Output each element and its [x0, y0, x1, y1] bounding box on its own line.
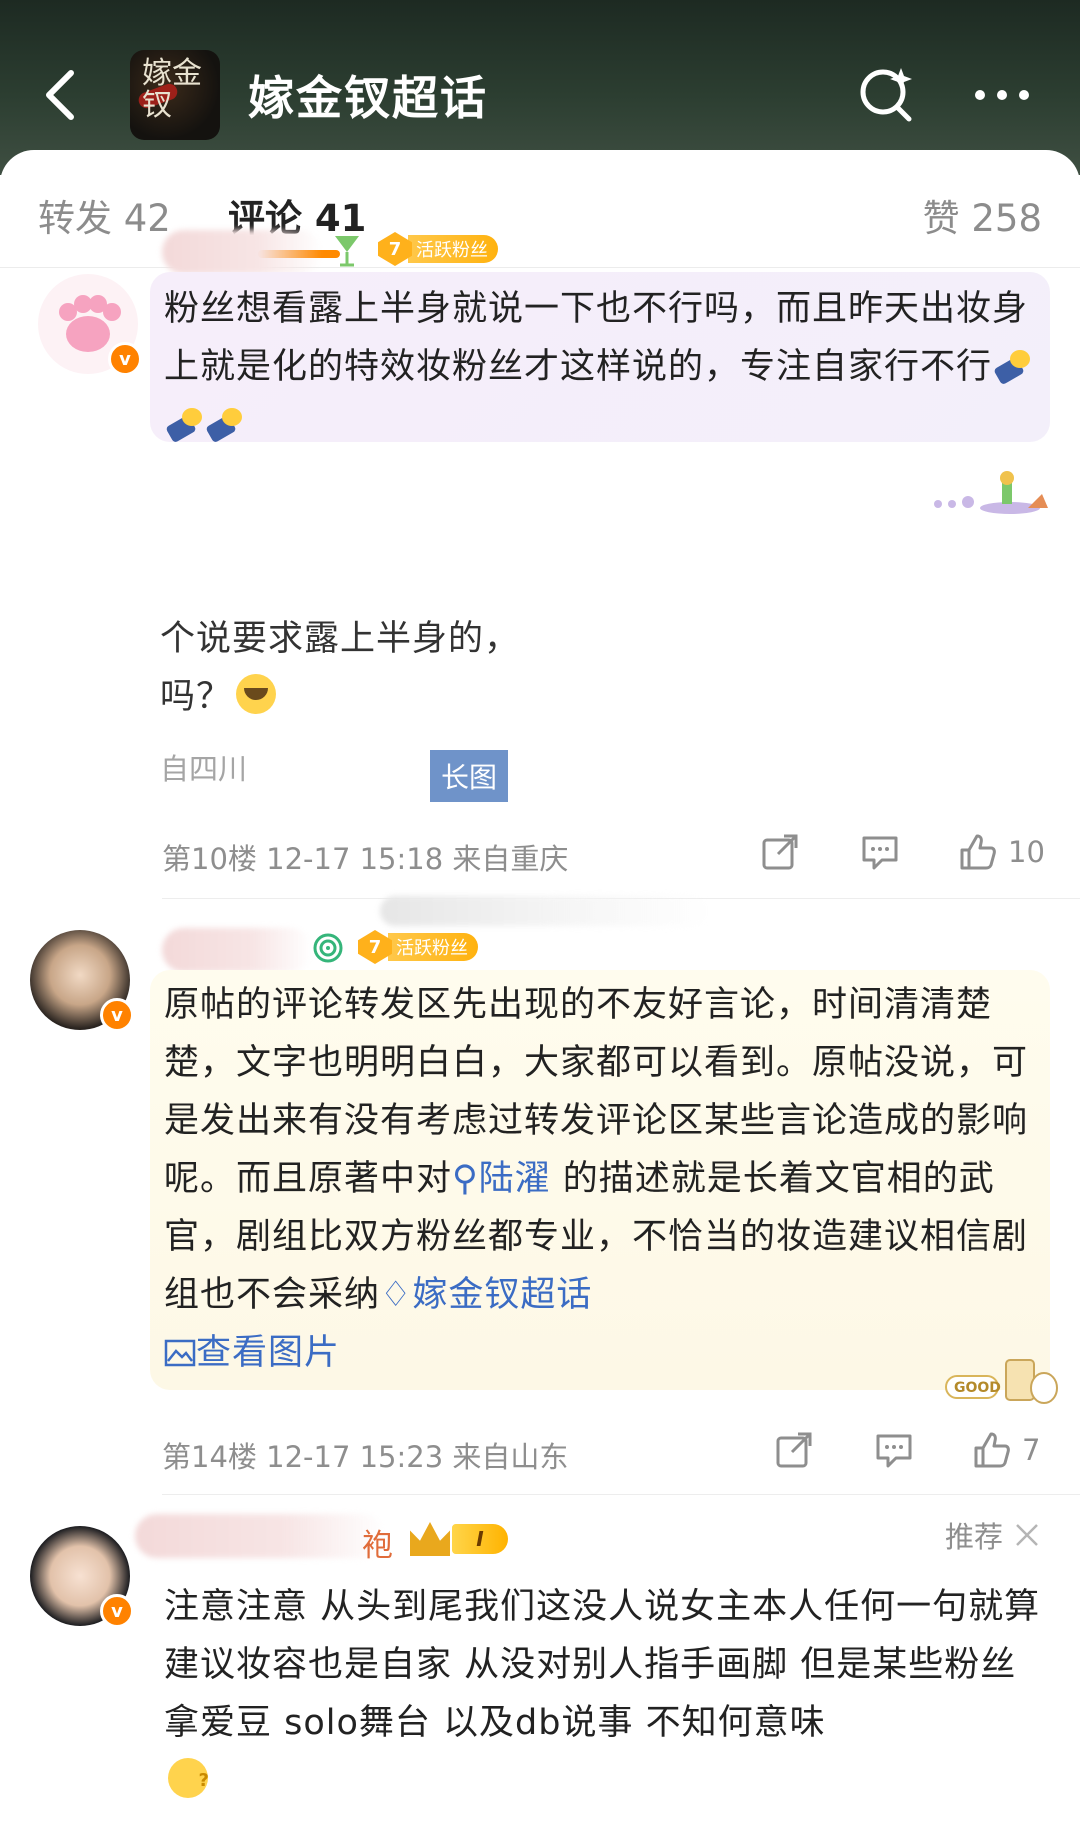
verified-icon: v	[100, 998, 134, 1032]
view-image-label: 查看图片	[196, 1333, 341, 1373]
quoted-text-line1: 个说要求露上半身的，	[160, 619, 521, 659]
tab-like[interactable]: 赞 258	[923, 188, 1042, 242]
quoted-location: 自四川	[160, 752, 248, 786]
back-arrow-icon	[46, 70, 74, 120]
fan-level: 7	[378, 232, 412, 266]
mention-name: 陆濯	[478, 1159, 551, 1199]
share-icon	[776, 1432, 812, 1468]
good-sticker-icon: GOOD	[940, 1354, 1060, 1414]
cheer-emoji-icon	[204, 406, 244, 440]
fan-badge[interactable]: 7 活跃粉丝	[378, 232, 498, 266]
laughing-crying-emoji-icon	[236, 674, 277, 714]
back-button[interactable]	[30, 60, 90, 130]
thumbs-up-icon	[974, 1432, 1010, 1468]
avatar[interactable]: v	[30, 930, 134, 1032]
comment-location: 来自重庆	[452, 842, 569, 876]
recommend-dismiss[interactable]: 推荐	[945, 1514, 1041, 1556]
cheer-emoji-icon	[992, 348, 1032, 382]
redacted-strip	[380, 896, 710, 926]
crown-icon	[410, 1522, 450, 1556]
share-button[interactable]	[774, 1430, 814, 1470]
comment-meta: 第14楼 12-17 15:23 来自山东	[162, 1434, 568, 1476]
recommend-label: 推荐	[945, 1520, 1004, 1554]
share-button[interactable]	[760, 832, 800, 872]
cocktail-icon	[335, 236, 359, 267]
divider	[162, 1494, 1080, 1495]
mention-link[interactable]: ⚲陆濯	[452, 1159, 551, 1199]
comment-icon	[862, 836, 898, 870]
fan-level: 7	[358, 930, 392, 964]
topic-name: 嫁金钗超话	[412, 1275, 593, 1315]
supertopic-avatar[interactable]: 嫁金钗	[130, 50, 220, 140]
comment-time: 12-17 15:18	[266, 842, 444, 876]
long-image-badge[interactable]: 长图	[430, 750, 508, 802]
top-bar: 嫁金钗 嫁金钗超话	[0, 0, 1080, 175]
spiral-badge-icon	[313, 933, 343, 963]
avatar[interactable]: v	[30, 1526, 134, 1628]
comment-text: 原帖的评论转发区先出现的不友好言论，时间清清楚楚，文字也明明白白，大家都可以看到…	[164, 976, 1034, 1382]
fan-badge-label: 活跃粉丝	[388, 933, 478, 961]
member-level: I	[452, 1524, 508, 1554]
thumbs-up-icon	[960, 834, 996, 870]
supertopic-link[interactable]: ♢嫁金钗超话	[380, 1275, 592, 1315]
username-redacted[interactable]	[162, 230, 322, 274]
comment-icon	[876, 1434, 912, 1468]
like-count: 10	[1008, 835, 1045, 869]
reply-button[interactable]	[860, 832, 900, 872]
avatar-calligraphy: 嫁金钗	[142, 56, 202, 123]
username-suffix[interactable]: 袍	[362, 1520, 393, 1565]
more-icon[interactable]	[975, 80, 1047, 110]
page-title: 嫁金钗超话	[248, 71, 488, 125]
comment-sheet: 转发 42 评论 41 赞 258 v 7 活跃粉丝 粉丝想看露上半身就说一下也…	[0, 150, 1080, 1834]
sticker-text: GOOD	[954, 1380, 1001, 1396]
comment-body: 粉丝想看露上半身就说一下也不行吗，而且昨天出妆身上就是化的特效妆粉丝才这样说的，…	[164, 289, 1029, 387]
username-redacted[interactable]	[135, 1514, 385, 1558]
fan-badge-label: 活跃粉丝	[408, 235, 498, 263]
floor-number: 第14楼	[162, 1440, 257, 1474]
close-icon	[1016, 1524, 1038, 1546]
comment-text: 粉丝想看露上半身就说一下也不行吗，而且昨天出妆身上就是化的特效妆粉丝才这样说的，…	[164, 280, 1034, 454]
membership-badge[interactable]: I	[410, 1520, 508, 1558]
comment-time: 12-17 15:23	[266, 1440, 444, 1474]
floor-number: 第10楼	[162, 842, 257, 876]
username-redacted[interactable]	[162, 928, 312, 972]
thinking-emoji-icon	[168, 1752, 210, 1810]
cheer-emoji-icon	[164, 406, 204, 440]
share-icon	[762, 834, 798, 870]
view-image-link[interactable]: 查看图片	[164, 1333, 340, 1373]
little-prince-sticker-icon	[934, 471, 1048, 514]
comment-meta: 第10楼 12-17 15:18 来自重庆	[162, 836, 568, 878]
like-button[interactable]: 10	[958, 832, 1045, 872]
fan-badge[interactable]: 7 活跃粉丝	[358, 930, 478, 964]
verified-icon: v	[108, 342, 142, 376]
quoted-text-line2: 吗？	[160, 668, 360, 726]
reply-button[interactable]	[874, 1430, 914, 1470]
like-button[interactable]: 7	[972, 1430, 1040, 1470]
like-count: 7	[1022, 1433, 1041, 1467]
comment-text: 注意注意 从头到尾我们这没人说女主本人任何一句就算建议妆容也是自家 从没对别人指…	[164, 1578, 1044, 1810]
image-icon	[164, 1339, 196, 1367]
tab-repost[interactable]: 转发 42	[38, 188, 171, 242]
comment-body: 注意注意 从头到尾我们这没人说女主本人任何一句就算建议妆容也是自家 从没对别人指…	[164, 1587, 1041, 1743]
search-icon[interactable]	[855, 62, 919, 126]
avatar[interactable]: v	[38, 274, 142, 376]
quoted-text-end: 吗？	[160, 677, 233, 717]
verified-icon: v	[100, 1594, 134, 1628]
comment-location: 来自山东	[452, 1440, 569, 1474]
